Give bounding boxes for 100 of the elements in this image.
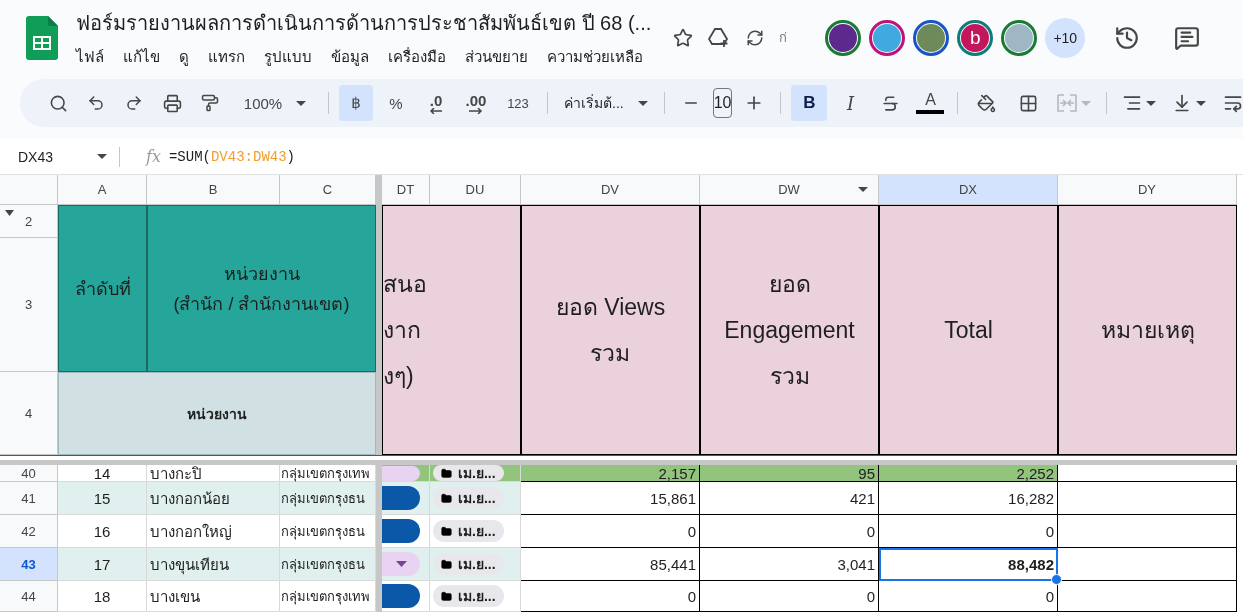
save-status: ก่: [779, 29, 788, 48]
menu-item[interactable]: ข้อมูล: [331, 44, 369, 69]
row-header[interactable]: 2: [0, 205, 58, 238]
status-chip[interactable]: [382, 519, 420, 543]
caret-icon: [97, 154, 107, 160]
column-menu-caret-icon[interactable]: [858, 187, 868, 192]
header-cell: หน่วยงาน: [58, 372, 376, 455]
table-cell: 0: [521, 515, 700, 548]
table-cell: 0: [521, 581, 700, 612]
file-chip[interactable]: เม.ย...: [433, 585, 504, 607]
column-header[interactable]: C: [280, 175, 376, 205]
bold-button[interactable]: B: [791, 85, 828, 122]
table-cell[interactable]: 16,282: [879, 482, 1058, 515]
header-cell: ลำดับที่: [58, 205, 147, 372]
file-chip[interactable]: เม.ย...: [433, 487, 504, 509]
table-cell: 0: [700, 581, 879, 612]
menu-item[interactable]: เครื่องมือ: [388, 44, 446, 69]
table-cell[interactable]: 0: [879, 581, 1058, 612]
column-header[interactable]: DV: [521, 175, 700, 205]
table-cell: 15,861: [521, 482, 700, 515]
right-arrow-icon: [469, 107, 483, 114]
avatar[interactable]: b: [957, 19, 994, 56]
function-icon: fx: [146, 147, 161, 167]
formula-text[interactable]: =SUM(DV43:DW43): [168, 148, 295, 165]
table-cell: กลุ่มเขตกรุงเทพ: [280, 581, 376, 612]
table-cell: 421: [700, 482, 879, 515]
table-cell: บางกะปิ: [147, 465, 280, 482]
decrease-decimal-button[interactable]: .0: [419, 87, 453, 120]
table-cell: 2,157: [521, 465, 700, 482]
table-cell: 85,441: [521, 548, 700, 581]
document-title[interactable]: ฟอร์มรายงานผลการดำเนินการด้านการประชาสัมพันธ์เขต ปี 68 (...: [76, 6, 652, 39]
table-cell: บางกอกน้อย: [147, 482, 280, 515]
column-header[interactable]: DT: [382, 175, 430, 205]
sheets-logo-icon: [26, 15, 58, 60]
row-header[interactable]: 4: [0, 372, 58, 455]
caret-icon: [1146, 100, 1157, 106]
menu-item[interactable]: รูปแบบ: [264, 44, 312, 69]
currency-format-button[interactable]: ฿: [339, 85, 373, 122]
menu-item[interactable]: ส่วนขยาย: [465, 44, 528, 69]
italic-button[interactable]: I: [833, 87, 868, 120]
caret-icon: [1081, 100, 1092, 106]
table-cell: 0: [700, 515, 879, 548]
file-chip[interactable]: เม.ย...: [433, 520, 504, 542]
table-cell: 16: [58, 515, 147, 548]
status-chip[interactable]: [382, 584, 420, 608]
menu-item[interactable]: ไฟล์: [76, 44, 104, 69]
row-header[interactable]: 3: [0, 238, 58, 372]
row-header[interactable]: 41: [0, 482, 58, 515]
folder-icon: [441, 558, 452, 570]
row-header[interactable]: 43: [0, 548, 58, 581]
header-cell: ยอด Views รวม: [521, 205, 700, 455]
row-header[interactable]: 40: [0, 465, 58, 482]
table-cell: 15: [58, 482, 147, 515]
table-cell: 17: [58, 548, 147, 581]
name-box[interactable]: DX43: [0, 146, 120, 167]
avatar[interactable]: [1001, 19, 1038, 56]
column-header[interactable]: DX: [879, 175, 1058, 205]
header-cell: หน่วยงาน (สำนัก / สำนักงานเขต): [147, 205, 376, 372]
font-size-field[interactable]: 10: [712, 88, 733, 119]
column-header[interactable]: DU: [430, 175, 521, 205]
file-chip[interactable]: เม.ย...: [433, 553, 504, 575]
menu-item[interactable]: ดู: [179, 44, 189, 69]
status-chip[interactable]: [382, 552, 420, 576]
avatar[interactable]: [869, 19, 906, 56]
column-header[interactable]: A: [58, 175, 147, 205]
increase-decimal-button[interactable]: .00: [459, 87, 493, 120]
menu-item[interactable]: แก้ไข: [123, 44, 160, 69]
zoom-select[interactable]: 100%: [232, 87, 318, 120]
caret-icon: [637, 100, 648, 106]
column-header[interactable]: DY: [1058, 175, 1237, 205]
row-header[interactable]: 42: [0, 515, 58, 548]
font-select[interactable]: ค่าเริ่มต้...: [558, 87, 654, 120]
folder-icon: [441, 467, 452, 479]
avatar[interactable]: [913, 19, 950, 56]
freeze-bar[interactable]: [0, 455, 1237, 465]
table-cell: 18: [58, 581, 147, 612]
table-cell: กลุ่มเขตกรุงธน: [280, 515, 376, 548]
table-cell: กลุ่มเขตกรุงธน: [280, 482, 376, 515]
table-cell: กลุ่มเขตกรุงเทพ: [280, 465, 376, 482]
text-color-button[interactable]: A: [913, 87, 948, 120]
table-cell[interactable]: 2,252: [879, 465, 1058, 482]
row-header[interactable]: 44: [0, 581, 58, 612]
file-chip[interactable]: เม.ย...: [433, 465, 504, 481]
left-arrow-icon: [430, 107, 442, 114]
number-format-button[interactable]: 123: [499, 87, 537, 120]
avatar[interactable]: [825, 19, 862, 56]
folder-icon: [441, 590, 452, 602]
header-cell: Total: [879, 205, 1058, 455]
menu-item[interactable]: ความช่วยเหลือ: [547, 44, 643, 69]
column-header[interactable]: DW: [700, 175, 879, 205]
more-collaborators-button[interactable]: +10: [1045, 17, 1086, 58]
percent-format-button[interactable]: %: [379, 87, 413, 120]
column-header[interactable]: B: [147, 175, 280, 205]
merge-cells-icon: [1057, 94, 1078, 113]
folder-icon: [441, 492, 452, 504]
menu-item[interactable]: แทรก: [208, 44, 245, 69]
collapse-icon[interactable]: [5, 210, 14, 216]
status-chip[interactable]: [382, 486, 420, 510]
table-cell[interactable]: 0: [879, 515, 1058, 548]
header-cell: ยอด Engagement รวม: [700, 205, 879, 455]
